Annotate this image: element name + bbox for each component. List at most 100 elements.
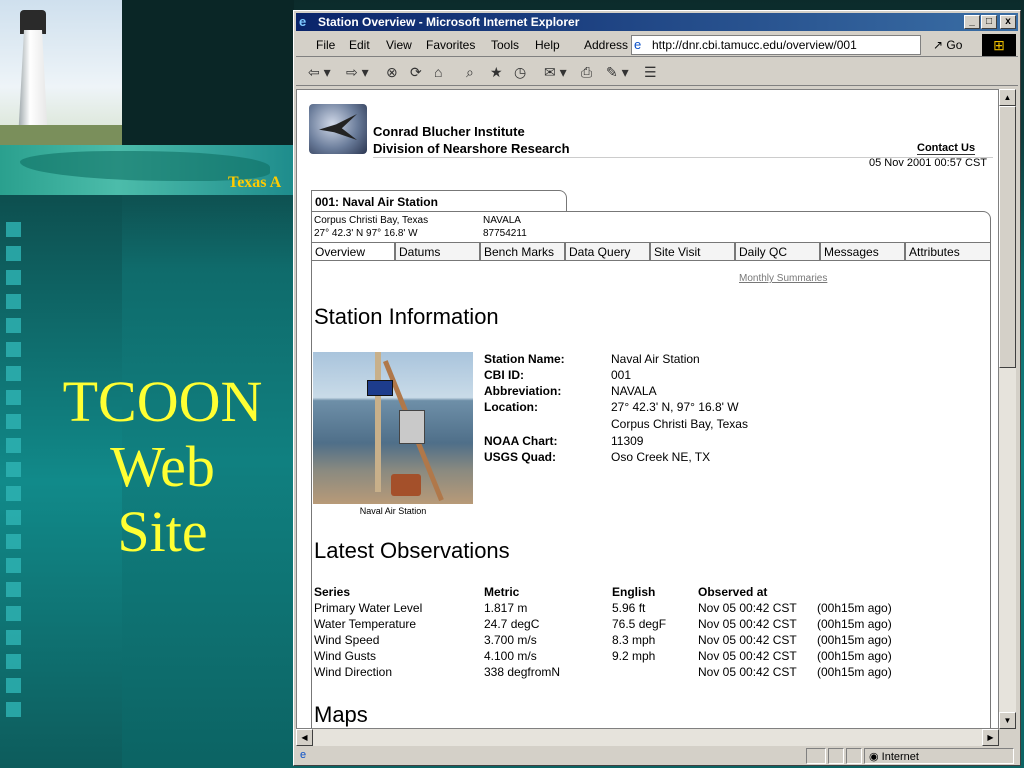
obs-age: (00h15m ago): [817, 633, 892, 647]
print-icon[interactable]: ⎙: [581, 64, 592, 81]
obs-series: Wind Speed: [314, 633, 380, 647]
obs-english: 9.2 mph: [612, 649, 656, 663]
tab-daily-qc[interactable]: Daily QC: [735, 242, 820, 261]
field-label: Location:: [484, 400, 538, 414]
tab-site-visit[interactable]: Site Visit: [650, 242, 735, 261]
horizontal-scrollbar[interactable]: ◀ ▶: [296, 729, 999, 746]
scroll-thumb[interactable]: [999, 106, 1016, 368]
page-status-icon: e: [300, 749, 307, 761]
field-value: Oso Creek NE, TX: [611, 450, 711, 464]
obs-time: Nov 05 00:42 CST: [698, 617, 797, 631]
contact-us-link[interactable]: Contact Us: [917, 142, 976, 155]
obs-header-english: English: [612, 585, 656, 599]
obs-english: 8.3 mph: [612, 633, 656, 647]
page-viewport[interactable]: Conrad Blucher Institute Division of Nea…: [296, 89, 999, 729]
favorites-icon[interactable]: ★: [490, 64, 503, 81]
field-label: Station Name:: [484, 352, 565, 366]
window-titlebar[interactable]: e Station Overview - Microsoft Internet …: [296, 13, 1018, 31]
menu-bar: File Edit View Favorites Tools Help Addr…: [296, 33, 1018, 57]
cbi-logo: [309, 104, 367, 154]
field-value: 11309: [611, 434, 644, 448]
tab-messages[interactable]: Messages: [820, 242, 905, 261]
obs-series: Wind Direction: [314, 665, 393, 679]
globe-icon: ◉: [869, 751, 879, 763]
zone-label: Internet: [881, 751, 919, 763]
obs-age: (00h15m ago): [817, 649, 892, 663]
obs-time: Nov 05 00:42 CST: [698, 649, 797, 663]
scroll-right-icon[interactable]: ▶: [982, 729, 999, 746]
back-icon[interactable]: ⇦ ▾: [308, 64, 331, 81]
obs-metric: 338 degfromN: [484, 665, 561, 679]
browser-window: e Station Overview - Microsoft Internet …: [293, 10, 1021, 766]
menu-favorites[interactable]: Favorites: [426, 38, 475, 52]
minimize-button[interactable]: _: [964, 15, 980, 29]
tab-datums[interactable]: Datums: [395, 242, 480, 261]
obs-age: (00h15m ago): [817, 665, 892, 679]
menu-view[interactable]: View: [386, 38, 412, 52]
window-title: Station Overview - Microsoft Internet Ex…: [318, 15, 580, 29]
obs-series: Water Temperature: [314, 617, 417, 631]
home-icon[interactable]: ⌂: [434, 64, 442, 80]
station-abbrev: NAVALA: [483, 215, 521, 226]
tab-bench-marks[interactable]: Bench Marks: [480, 242, 565, 261]
station-tabs: Overview Datums Bench Marks Data Query S…: [311, 242, 991, 261]
station-page: Conrad Blucher Institute Division of Nea…: [297, 90, 998, 728]
address-input[interactable]: e http://dnr.cbi.tamucc.edu/overview/001…: [631, 35, 921, 55]
field-value: NAVALA: [611, 384, 657, 398]
obs-header-observed: Observed at: [698, 585, 768, 599]
search-icon[interactable]: ⌕: [466, 64, 474, 81]
org-name: Conrad Blucher Institute: [373, 124, 525, 139]
org-division: Division of Nearshore Research: [373, 141, 570, 156]
photo-instrument-box: [399, 410, 425, 444]
status-cell: [806, 748, 826, 764]
stop-icon[interactable]: ⊗: [386, 64, 398, 81]
station-info-box: Corpus Christi Bay, Texas NAVALA 27° 42.…: [311, 211, 991, 244]
decorative-squares: [6, 222, 28, 726]
field-value: Corpus Christi Bay, Texas: [611, 417, 748, 431]
status-cell: [846, 748, 862, 764]
menu-tools[interactable]: Tools: [491, 38, 519, 52]
obs-series: Wind Gusts: [314, 649, 377, 663]
field-value: 001: [611, 368, 632, 382]
scroll-down-icon[interactable]: ▼: [999, 712, 1016, 729]
monthly-summaries-link[interactable]: Monthly Summaries: [739, 273, 827, 284]
latest-observations-heading: Latest Observations: [314, 538, 510, 563]
lighthouse-tower: [18, 30, 48, 140]
address-label: Address: [584, 38, 629, 52]
obs-metric: 3.700 m/s: [484, 633, 537, 647]
menu-edit[interactable]: Edit: [349, 38, 370, 52]
scroll-left-icon[interactable]: ◀: [296, 729, 313, 746]
scroll-up-icon[interactable]: ▲: [999, 89, 1016, 106]
refresh-icon[interactable]: ⟳: [410, 64, 422, 81]
tab-attributes[interactable]: Attributes: [905, 242, 991, 261]
edit-icon[interactable]: ✎ ▾: [606, 64, 629, 81]
field-label: USGS Quad:: [484, 450, 557, 464]
vertical-scrollbar[interactable]: ▲ ▼: [999, 89, 1016, 729]
obs-time: Nov 05 00:42 CST: [698, 633, 797, 647]
history-icon[interactable]: ◷: [514, 64, 526, 81]
obs-series: Primary Water Level: [314, 601, 423, 615]
go-arrow-icon: ↗: [933, 38, 944, 52]
close-button[interactable]: x: [1000, 15, 1016, 29]
photo-caption: Naval Air Station: [359, 506, 427, 516]
menu-help[interactable]: Help: [535, 38, 560, 52]
obs-english: 76.5 degF: [612, 617, 667, 631]
discuss-icon[interactable]: ☰: [644, 64, 657, 81]
maximize-button[interactable]: □: [981, 15, 997, 29]
obs-metric: 24.7 degC: [484, 617, 540, 631]
station-info-heading: Station Information: [314, 304, 499, 329]
go-button[interactable]: ↗ Go: [933, 38, 962, 52]
field-label: NOAA Chart:: [484, 434, 558, 448]
obs-header-metric: Metric: [484, 585, 520, 599]
field-label: CBI ID:: [484, 368, 524, 382]
obs-english: 5.96 ft: [612, 601, 646, 615]
tab-data-query[interactable]: Data Query: [565, 242, 650, 261]
status-bar: e ◉ Internet: [296, 747, 1018, 765]
station-coords: 27° 42.3' N 97° 16.8' W: [314, 228, 418, 239]
menu-file[interactable]: File: [316, 38, 335, 52]
mail-icon[interactable]: ✉ ▾: [544, 64, 567, 81]
station-place: Corpus Christi Bay, Texas: [314, 215, 429, 226]
tab-overview[interactable]: Overview: [311, 242, 395, 261]
forward-icon[interactable]: ⇨ ▾: [346, 64, 369, 81]
obs-metric: 4.100 m/s: [484, 649, 537, 663]
